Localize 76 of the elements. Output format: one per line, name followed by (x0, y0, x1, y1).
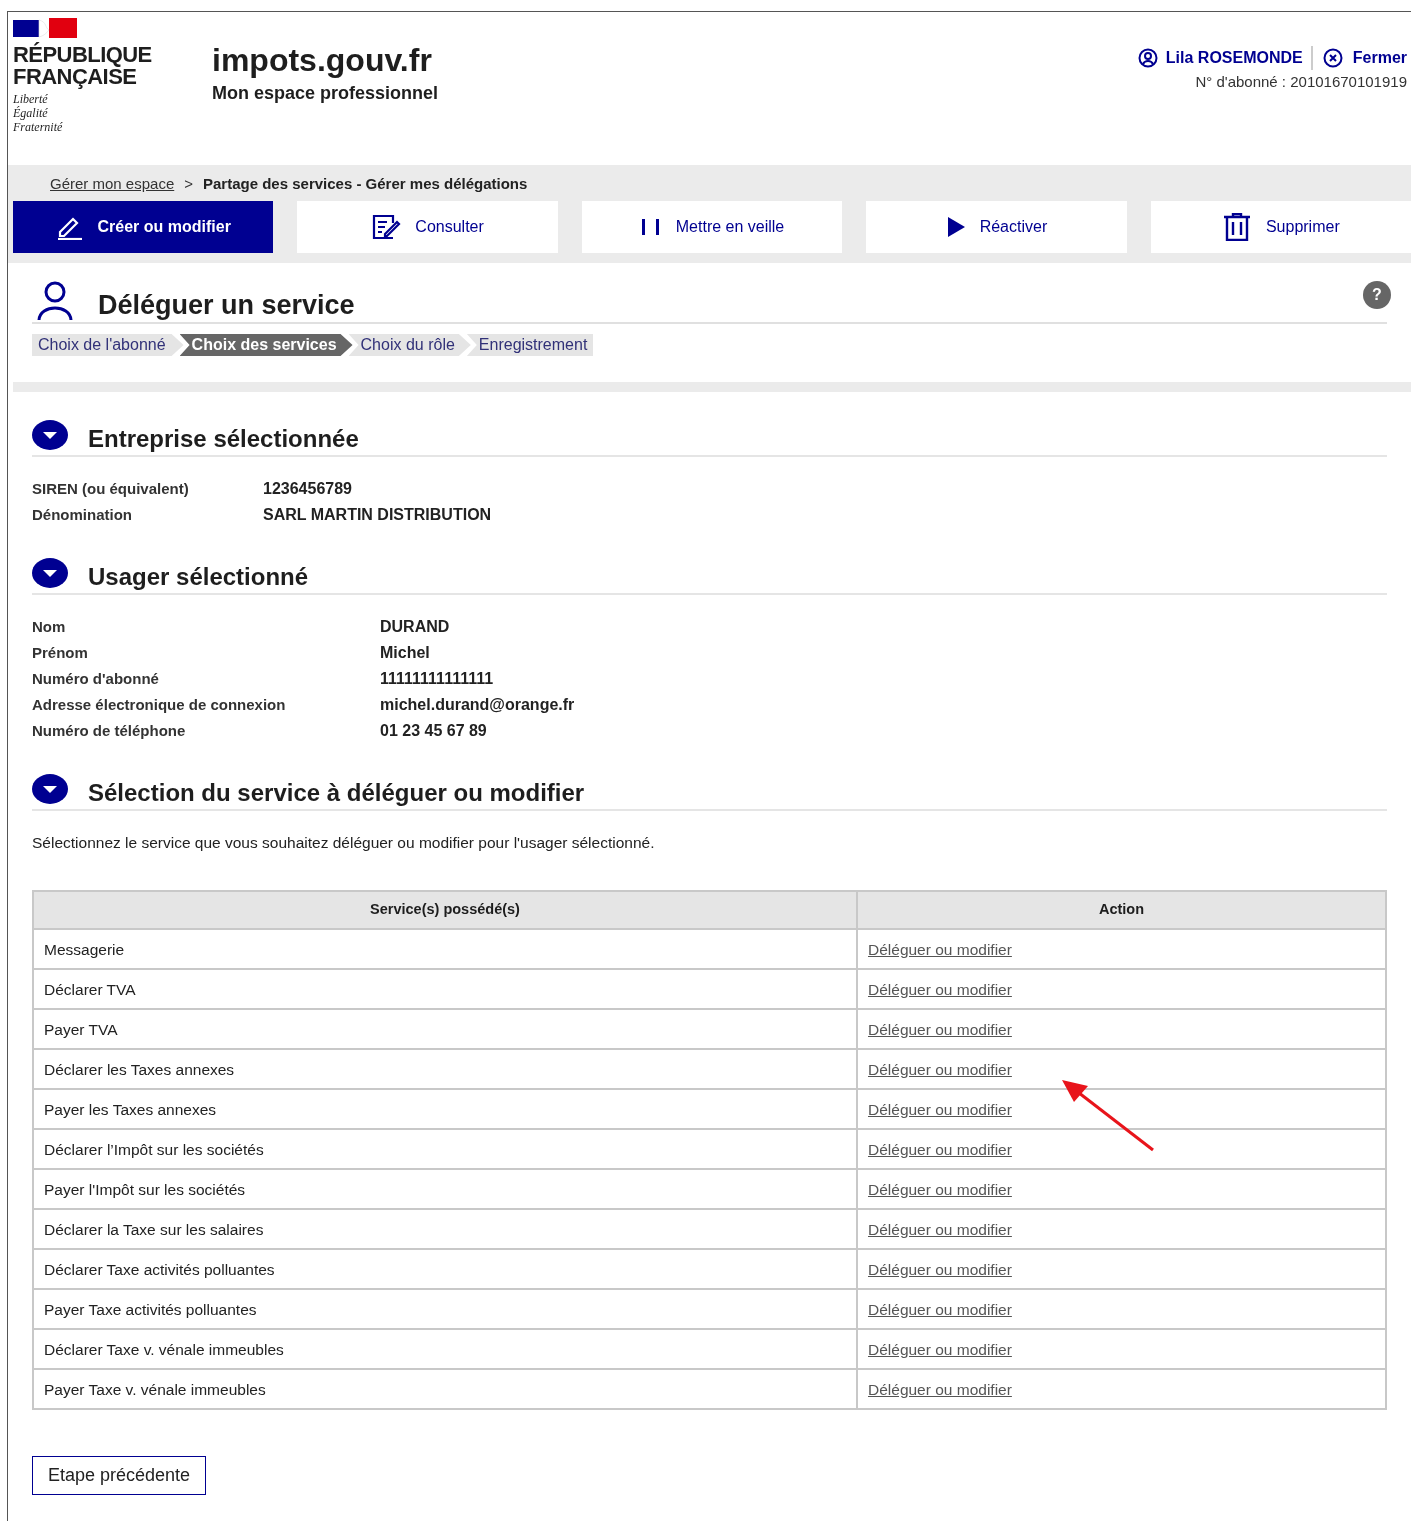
previous-step-button[interactable]: Etape précédente (32, 1456, 207, 1496)
delegate-link[interactable]: Déléguer ou modifier (868, 1380, 1012, 1398)
field-value: 01 23 45 67 89 (380, 721, 488, 740)
delegate-link[interactable]: Déléguer ou modifier (868, 1140, 1012, 1158)
field-value: Michel (380, 643, 431, 662)
delegate-link[interactable]: Déléguer ou modifier (868, 1340, 1012, 1358)
play-icon (945, 216, 966, 238)
table-cell: Déclarer la Taxe sur les salaires (33, 1209, 857, 1250)
field-label: Numéro d'abonné (32, 669, 160, 688)
table-cell: Payer les Taxes annexes (33, 1089, 857, 1130)
chevron-down-icon (32, 774, 68, 804)
subscriber-number: N° d'abonné : 20101670101919 (1195, 72, 1407, 92)
action-tab[interactable]: Créer ou modifier (13, 201, 274, 253)
field-label: Adresse électronique de connexion (32, 695, 287, 714)
republic-name: FRANÇAISE (13, 66, 137, 88)
flag-icon (13, 18, 77, 39)
delegate-link[interactable]: Déléguer ou modifier (868, 1060, 1012, 1078)
delegate-link[interactable]: Déléguer ou modifier (868, 1100, 1012, 1118)
table-cell: Messagerie (33, 929, 857, 970)
field-value: SARL MARTIN DISTRIBUTION (263, 505, 493, 524)
field-value: michel.durand@orange.fr (380, 695, 576, 714)
help-button[interactable]: ? (1363, 281, 1391, 309)
close-icon (1322, 48, 1343, 68)
breadcrumb-link[interactable]: Gérer mon espace (50, 172, 175, 196)
delegate-link[interactable]: Déléguer ou modifier (868, 1220, 1012, 1238)
action-tab[interactable]: Mettre en veille (581, 201, 843, 253)
user-icon (1137, 48, 1158, 68)
chevron-down-icon (32, 558, 68, 588)
table-cell: Payer Taxe v. vénale immeubles (33, 1369, 857, 1410)
field-label: SIREN (ou équivalent) (32, 479, 190, 498)
motto-text: Fraternité (13, 120, 64, 134)
delegate-link[interactable]: Déléguer ou modifier (868, 1180, 1012, 1198)
delegate-link[interactable]: Déléguer ou modifier (868, 980, 1012, 998)
action-tab[interactable]: Supprimer (1150, 201, 1411, 253)
table-cell: Payer l'Impôt sur les sociétés (33, 1169, 857, 1210)
user-name-link[interactable]: Lila ROSEMONDE (1165, 46, 1313, 70)
site-subtitle: Mon espace professionnel (212, 82, 439, 105)
close-link[interactable]: Fermer (1320, 46, 1407, 70)
action-tab[interactable]: Réactiver (866, 201, 1127, 253)
column-header: Action (857, 891, 1386, 930)
description-text: Sélectionnez le service que vous souhaitez déléguer ou modifier pour l'usager sélectionné. (32, 833, 656, 853)
delegate-link[interactable]: Déléguer ou modifier (868, 1260, 1012, 1278)
section-title: Sélection du service à déléguer ou modifier (88, 778, 585, 808)
table-cell: Déclarer Taxe v. vénale immeubles (33, 1329, 857, 1370)
document-edit-icon (371, 213, 402, 241)
delegate-link[interactable]: Déléguer ou modifier (868, 940, 1012, 958)
field-label: Nom (32, 617, 67, 636)
republic-name: RÉPUBLIQUE (13, 44, 153, 66)
table-cell: Payer Taxe activités polluantes (33, 1289, 857, 1330)
action-tab[interactable]: Consulter (297, 201, 558, 253)
person-icon (36, 281, 74, 321)
breadcrumb-separator: > (184, 173, 193, 194)
field-label: Numéro de téléphone (32, 721, 187, 740)
field-value: DURAND (380, 617, 451, 636)
table-cell: Déclarer l’Impôt sur les sociétés (33, 1129, 857, 1170)
field-value: 1236456789 (263, 479, 353, 498)
table-cell: Payer TVA (33, 1009, 857, 1050)
site-title: impots.gouv.fr (212, 42, 433, 78)
table-cell: Déclarer les Taxes annexes (33, 1049, 857, 1090)
motto-text: Liberté (13, 92, 49, 106)
motto-text: Égalité (13, 106, 49, 120)
table-cell: Déclarer Taxe activités polluantes (33, 1249, 857, 1290)
delegate-link[interactable]: Déléguer ou modifier (868, 1300, 1012, 1318)
column-header: Service(s) possédé(s) (33, 891, 857, 930)
pause-icon (639, 217, 662, 237)
trash-icon (1221, 213, 1252, 241)
breadcrumb-current: Partage des services - Gérer mes délégations (203, 173, 528, 194)
page-title: Déléguer un service (98, 289, 355, 321)
delegate-link[interactable]: Déléguer ou modifier (868, 1020, 1012, 1038)
table-cell: Déclarer TVA (33, 969, 857, 1010)
section-title: Usager sélectionné (88, 562, 309, 592)
field-label: Prénom (32, 643, 89, 662)
section-title: Entreprise sélectionnée (88, 424, 359, 454)
field-label: Dénomination (32, 505, 133, 524)
field-value: 11111111111111 (380, 669, 495, 688)
chevron-down-icon (32, 420, 68, 450)
